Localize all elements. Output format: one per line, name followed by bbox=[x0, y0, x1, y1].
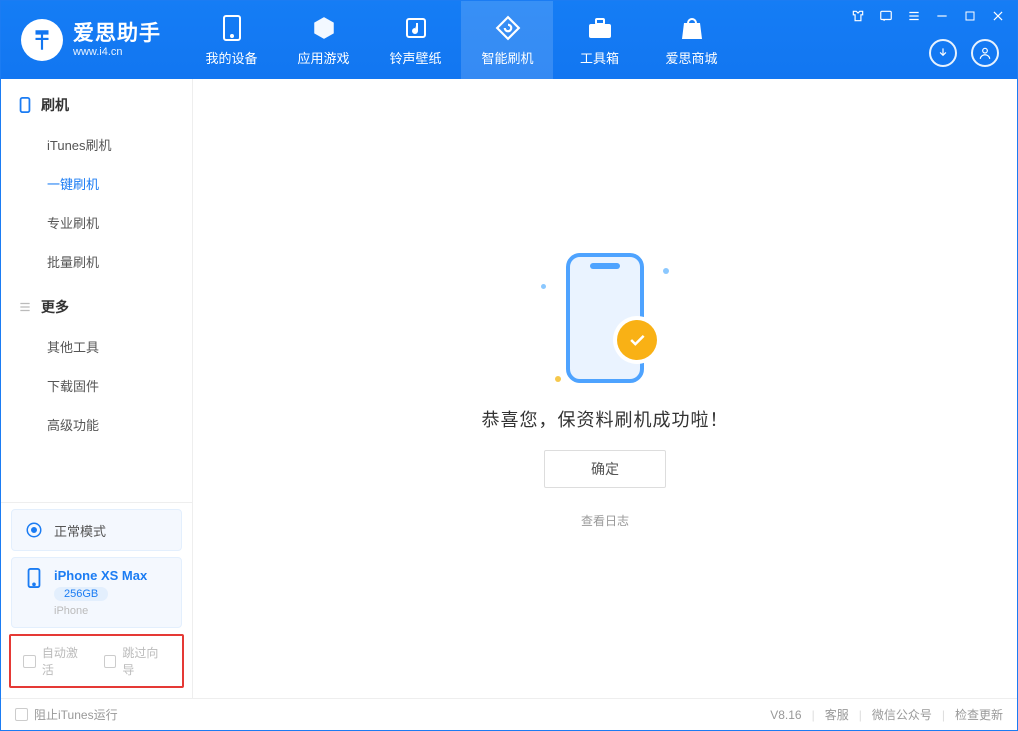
sidebar-section-more: 更多 bbox=[1, 281, 192, 327]
statusbar-right: V8.16 | 客服 | 微信公众号 | 检查更新 bbox=[770, 706, 1003, 723]
tab-label: 应用游戏 bbox=[297, 48, 349, 67]
checkbox-auto-activate[interactable]: 自动激活 bbox=[23, 644, 90, 678]
logo-block: 爱思助手 www.i4.cn bbox=[1, 1, 179, 79]
spark-icon bbox=[663, 268, 669, 274]
tab-label: 铃声壁纸 bbox=[389, 48, 441, 67]
sidebar-item-download-firmware[interactable]: 下载固件 bbox=[1, 366, 192, 405]
checkbox-icon bbox=[104, 655, 117, 668]
sidebar-item-advanced[interactable]: 高级功能 bbox=[1, 405, 192, 444]
mode-icon bbox=[24, 520, 44, 540]
tab-store[interactable]: 爱思商城 bbox=[645, 1, 737, 79]
refresh-icon bbox=[494, 14, 522, 42]
logo-icon bbox=[21, 19, 63, 61]
list-icon bbox=[17, 299, 33, 315]
sidebar-footer: 正常模式 iPhone XS Max 256GB iPhone 自动激活 跳过向… bbox=[1, 502, 192, 698]
device-name: iPhone XS Max bbox=[54, 568, 147, 583]
section-title: 更多 bbox=[41, 297, 69, 317]
mode-card[interactable]: 正常模式 bbox=[11, 509, 182, 551]
sidebar-item-onekey-flash[interactable]: 一键刷机 bbox=[1, 164, 192, 203]
checkbox-label: 跳过向导 bbox=[122, 644, 170, 678]
skin-icon[interactable] bbox=[849, 7, 867, 25]
sidebar-item-pro-flash[interactable]: 专业刷机 bbox=[1, 203, 192, 242]
sidebar-item-itunes-flash[interactable]: iTunes刷机 bbox=[1, 125, 192, 164]
sidebar-item-other-tools[interactable]: 其他工具 bbox=[1, 327, 192, 366]
device-info: iPhone XS Max 256GB iPhone bbox=[54, 568, 147, 617]
checkbox-skip-guide[interactable]: 跳过向导 bbox=[104, 644, 171, 678]
sidebar: 刷机 iTunes刷机 一键刷机 专业刷机 批量刷机 更多 其他工具 下载固件 … bbox=[1, 79, 193, 698]
minimize-icon[interactable] bbox=[933, 7, 951, 25]
statusbar-left: 阻止iTunes运行 bbox=[15, 706, 118, 723]
view-log-link[interactable]: 查看日志 bbox=[581, 512, 629, 529]
success-message: 恭喜您，保资料刷机成功啦！ bbox=[482, 406, 729, 432]
check-update-link[interactable]: 检查更新 bbox=[955, 706, 1003, 723]
tab-label: 我的设备 bbox=[205, 48, 257, 67]
separator: | bbox=[942, 708, 945, 722]
window-controls bbox=[849, 7, 1007, 25]
separator: | bbox=[812, 708, 815, 722]
body: 刷机 iTunes刷机 一键刷机 专业刷机 批量刷机 更多 其他工具 下载固件 … bbox=[1, 79, 1017, 698]
device-storage: 256GB bbox=[54, 587, 108, 601]
statusbar: 阻止iTunes运行 V8.16 | 客服 | 微信公众号 | 检查更新 bbox=[1, 698, 1017, 730]
tab-my-device[interactable]: 我的设备 bbox=[185, 1, 277, 79]
tab-label: 智能刷机 bbox=[481, 48, 533, 67]
checkbox-icon bbox=[15, 708, 28, 721]
wechat-link[interactable]: 微信公众号 bbox=[872, 706, 932, 723]
checkbox-block-itunes[interactable]: 阻止iTunes运行 bbox=[15, 706, 118, 723]
device-icon bbox=[218, 14, 246, 42]
separator: | bbox=[859, 708, 862, 722]
sidebar-scroll: 刷机 iTunes刷机 一键刷机 专业刷机 批量刷机 更多 其他工具 下载固件 … bbox=[1, 79, 192, 502]
device-card[interactable]: iPhone XS Max 256GB iPhone bbox=[11, 557, 182, 628]
feedback-icon[interactable] bbox=[877, 7, 895, 25]
mode-label: 正常模式 bbox=[54, 521, 106, 540]
tab-label: 工具箱 bbox=[580, 48, 619, 67]
sidebar-section-flash: 刷机 bbox=[1, 79, 192, 125]
cube-icon bbox=[310, 14, 338, 42]
device-card-icon bbox=[24, 568, 44, 588]
menu-icon[interactable] bbox=[905, 7, 923, 25]
tab-ringtone-wallpaper[interactable]: 铃声壁纸 bbox=[369, 1, 461, 79]
customer-service-link[interactable]: 客服 bbox=[825, 706, 849, 723]
checkbox-icon bbox=[23, 655, 36, 668]
logo-text: 爱思助手 www.i4.cn bbox=[73, 22, 161, 59]
app-url: www.i4.cn bbox=[73, 46, 161, 59]
close-icon[interactable] bbox=[989, 7, 1007, 25]
ok-button[interactable]: 确定 bbox=[544, 450, 666, 488]
version-label: V8.16 bbox=[770, 708, 801, 722]
phone-icon bbox=[17, 97, 33, 113]
checkbox-label: 自动激活 bbox=[42, 644, 90, 678]
spark-icon bbox=[541, 284, 546, 289]
bag-icon bbox=[678, 14, 706, 42]
tab-smart-flash[interactable]: 智能刷机 bbox=[461, 1, 553, 79]
download-icon[interactable] bbox=[929, 39, 957, 67]
phone-icon bbox=[566, 253, 644, 383]
app-name: 爱思助手 bbox=[73, 22, 161, 46]
spark-icon bbox=[555, 376, 561, 382]
toolbox-icon bbox=[586, 14, 614, 42]
user-icon[interactable] bbox=[971, 39, 999, 67]
success-illustration bbox=[535, 248, 675, 388]
device-subtype: iPhone bbox=[54, 605, 147, 617]
tab-label: 爱思商城 bbox=[665, 48, 717, 67]
maximize-icon[interactable] bbox=[961, 7, 979, 25]
sidebar-item-batch-flash[interactable]: 批量刷机 bbox=[1, 242, 192, 281]
flash-options-highlighted: 自动激活 跳过向导 bbox=[9, 634, 184, 688]
main-content: 恭喜您，保资料刷机成功啦！ 确定 查看日志 bbox=[193, 79, 1017, 698]
main-tabs: 我的设备 应用游戏 铃声壁纸 智能刷机 工具箱 爱思商城 bbox=[185, 1, 737, 79]
music-icon bbox=[402, 14, 430, 42]
check-badge-icon bbox=[617, 320, 657, 360]
titlebar: 爱思助手 www.i4.cn 我的设备 应用游戏 铃声壁纸 智能刷机 bbox=[1, 1, 1017, 79]
section-title: 刷机 bbox=[41, 95, 69, 115]
tab-apps-games[interactable]: 应用游戏 bbox=[277, 1, 369, 79]
app-window: 爱思助手 www.i4.cn 我的设备 应用游戏 铃声壁纸 智能刷机 bbox=[0, 0, 1018, 731]
checkbox-label: 阻止iTunes运行 bbox=[34, 706, 118, 723]
tab-toolbox[interactable]: 工具箱 bbox=[553, 1, 645, 79]
titlebar-actions bbox=[929, 39, 999, 67]
